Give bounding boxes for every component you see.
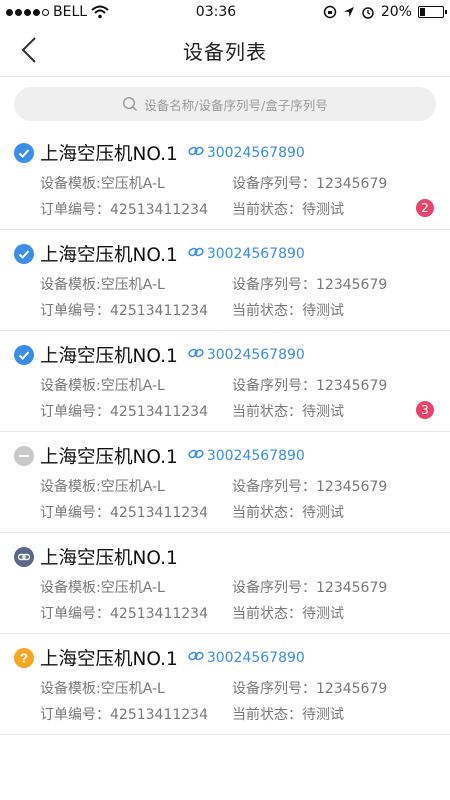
link-icon: [188, 448, 207, 464]
linked-box-id[interactable]: 30024567890: [188, 448, 305, 464]
device-serial: 设备序列号：12345679: [232, 479, 388, 495]
battery-percent: 20%: [380, 4, 412, 20]
order-number: 订单编号：42513411234: [40, 606, 208, 622]
link-icon: [188, 347, 207, 363]
device-state: 当前状态：待测试: [232, 606, 344, 622]
device-template: 设备模板:空压机A-L: [40, 277, 165, 293]
notification-badge: 3: [416, 401, 434, 419]
device-header: 上海空压机NO.1 30024567890: [14, 240, 305, 268]
device-template: 设备模板:空压机A-L: [40, 479, 165, 495]
list-item[interactable]: ? 上海空压机NO.1 30024567890 设备模板:空压机A-L 设备序列号…: [0, 634, 450, 735]
link-id: 30024567890: [206, 347, 305, 363]
device-serial: 设备序列号：12345679: [232, 277, 388, 293]
order-number: 订单编号：42513411234: [40, 707, 208, 723]
search-input[interactable]: 设备名称/设备序列号/盒子序列号: [14, 87, 436, 121]
status-bar: BELL 03:36 20%: [0, 0, 450, 24]
link-icon: [188, 246, 207, 262]
linked-box-id[interactable]: 30024567890: [188, 650, 305, 666]
device-name: 上海空压机NO.1: [40, 548, 178, 569]
list-item[interactable]: 上海空压机NO.1 30024567890 设备模板:空压机A-L 设备序列号：1…: [0, 432, 450, 533]
nav-bar: 设备列表: [0, 24, 450, 77]
search-icon: [123, 96, 138, 111]
link-icon: [188, 650, 207, 666]
device-name: 上海空压机NO.1: [40, 245, 178, 266]
link-id: 30024567890: [206, 246, 305, 262]
search-area: 设备名称/设备序列号/盒子序列号: [0, 77, 450, 129]
link-id: 30024567890: [206, 145, 305, 161]
svg-text:?: ?: [20, 651, 28, 666]
back-button[interactable]: [14, 34, 44, 66]
order-number: 订单编号：42513411234: [40, 505, 208, 521]
order-number: 订单编号：42513411234: [40, 303, 208, 319]
location-icon: [343, 7, 354, 17]
device-state: 当前状态：待测试: [232, 505, 344, 521]
device-header: 上海空压机NO.1 30024567890: [14, 341, 305, 369]
device-header: 上海空压机NO.1 30024567890: [14, 442, 305, 470]
list-item[interactable]: 上海空压机NO.1 30024567890 设备模板:空压机A-L 设备序列号：1…: [0, 230, 450, 331]
link-icon: [188, 145, 207, 161]
device-template: 设备模板:空压机A-L: [40, 580, 165, 596]
clock: 03:36: [195, 4, 237, 20]
device-template: 设备模板:空压机A-L: [40, 176, 165, 192]
search-placeholder: 设备名称/设备序列号/盒子序列号: [144, 97, 328, 113]
device-list: 上海空压机NO.1 30024567890 设备模板:空压机A-L 设备序列号：1…: [0, 129, 450, 735]
device-serial: 设备序列号：12345679: [232, 176, 388, 192]
check-circle-icon: [14, 244, 34, 264]
device-serial: 设备序列号：12345679: [232, 378, 388, 394]
battery-icon: [417, 6, 447, 18]
rotation-lock-icon: [323, 5, 337, 19]
check-circle-icon: [14, 143, 34, 163]
device-serial: 设备序列号：12345679: [232, 681, 388, 697]
device-header: 上海空压机NO.1: [14, 543, 178, 571]
signal-icon: [6, 8, 49, 16]
link-id: 30024567890: [206, 448, 305, 464]
linked-box-id[interactable]: 30024567890: [188, 246, 305, 262]
device-state: 当前状态：待测试: [232, 404, 344, 420]
wifi-icon: [91, 5, 109, 19]
chevron-left-icon: [21, 37, 36, 63]
carrier-area: BELL: [6, 4, 109, 20]
device-template: 设备模板:空压机A-L: [40, 681, 165, 697]
device-header: ? 上海空压机NO.1 30024567890: [14, 644, 305, 672]
page-title: 设备列表: [183, 39, 267, 64]
device-template: 设备模板:空压机A-L: [40, 378, 165, 394]
unlink-circle-icon: [14, 547, 34, 567]
device-state: 当前状态：待测试: [232, 707, 344, 723]
linked-box-id[interactable]: 30024567890: [188, 347, 305, 363]
link-id: 30024567890: [206, 650, 305, 666]
list-item[interactable]: 上海空压机NO.1 设备模板:空压机A-L 设备序列号：12345679 订单编…: [0, 533, 450, 634]
order-number: 订单编号：42513411234: [40, 202, 208, 218]
order-number: 订单编号：42513411234: [40, 404, 208, 420]
minus-circle-icon: [14, 446, 34, 466]
device-name: 上海空压机NO.1: [40, 447, 178, 468]
alarm-icon: [362, 7, 374, 19]
device-name: 上海空压机NO.1: [40, 649, 178, 670]
notification-badge: 2: [416, 199, 434, 217]
device-name: 上海空压机NO.1: [40, 144, 178, 165]
linked-box-id[interactable]: 30024567890: [188, 145, 305, 161]
device-header: 上海空压机NO.1 30024567890: [14, 139, 305, 167]
question-circle-icon: ?: [14, 648, 34, 668]
device-serial: 设备序列号：12345679: [232, 580, 388, 596]
list-item[interactable]: 上海空压机NO.1 30024567890 设备模板:空压机A-L 设备序列号：1…: [0, 129, 450, 230]
device-state: 当前状态：待测试: [232, 202, 344, 218]
list-item[interactable]: 上海空压机NO.1 30024567890 设备模板:空压机A-L 设备序列号：1…: [0, 331, 450, 432]
status-right: 20%: [323, 4, 447, 20]
device-name: 上海空压机NO.1: [40, 346, 178, 367]
check-circle-icon: [14, 345, 34, 365]
carrier-label: BELL: [53, 4, 88, 20]
device-state: 当前状态：待测试: [232, 303, 344, 319]
